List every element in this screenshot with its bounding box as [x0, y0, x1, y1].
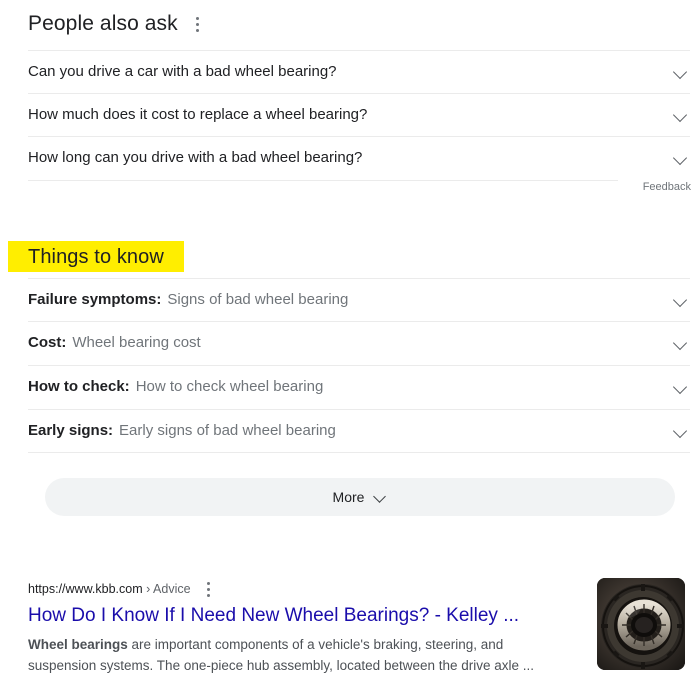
divider [28, 452, 690, 453]
result-title-link[interactable]: How Do I Know If I Need New Wheel Bearin… [28, 604, 588, 628]
chevron-down-icon[interactable] [672, 106, 690, 124]
paa-question-label: Can you drive a car with a bad wheel bea… [28, 62, 337, 80]
things-to-know-label: Failure symptoms: [28, 290, 162, 308]
result-snippet-bold: Wheel bearings [28, 637, 128, 652]
chevron-down-icon[interactable] [672, 378, 690, 396]
things-to-know-description: Wheel bearing cost [72, 333, 201, 351]
search-results-page: People also ask Can you drive a car with… [0, 0, 700, 683]
things-to-know-row[interactable]: Early signs: Early signs of bad wheel be… [28, 409, 690, 452]
things-to-know-title: Things to know [28, 245, 164, 268]
things-to-know-description: How to check wheel bearing [135, 377, 324, 395]
chevron-down-icon[interactable] [672, 334, 690, 352]
people-also-ask-header: People also ask [28, 10, 206, 38]
more-button[interactable]: More [45, 478, 675, 516]
things-to-know-label: How to check: [28, 377, 130, 395]
things-to-know-description: Signs of bad wheel bearing [167, 290, 349, 308]
result-url-line: https://www.kbb.com › Advice [28, 580, 588, 598]
things-to-know-row[interactable]: How to check: How to check wheel bearing [28, 365, 690, 408]
divider [28, 180, 618, 181]
result-thumbnail[interactable] [597, 578, 685, 670]
paa-question-label: How much does it cost to replace a wheel… [28, 105, 368, 123]
result-url-breadcrumb: › Advice [146, 582, 191, 596]
result-url[interactable]: https://www.kbb.com › Advice [28, 581, 191, 597]
chevron-down-icon[interactable] [672, 422, 690, 440]
chevron-down-icon[interactable] [672, 291, 690, 309]
things-to-know-label: Cost: [28, 333, 67, 351]
result-snippet: Wheel bearings are important components … [28, 634, 573, 676]
paa-question-row[interactable]: How long can you drive with a bad wheel … [28, 136, 690, 179]
paa-question-label: How long can you drive with a bad wheel … [28, 148, 363, 166]
result-url-domain: https://www.kbb.com [28, 582, 143, 596]
things-to-know-row[interactable]: Failure symptoms: Signs of bad wheel bea… [28, 278, 690, 321]
kebab-menu-icon[interactable] [190, 15, 206, 33]
things-to-know-label: Early signs: [28, 421, 114, 439]
kebab-menu-icon[interactable] [201, 580, 217, 598]
paa-question-row[interactable]: How much does it cost to replace a wheel… [28, 93, 690, 136]
search-result: https://www.kbb.com › Advice How Do I Kn… [28, 580, 588, 676]
things-to-know-description: Early signs of bad wheel bearing [119, 421, 336, 439]
tapered-roller-bearing-image [597, 578, 685, 670]
feedback-link[interactable]: Feedback [643, 180, 691, 194]
things-to-know-row[interactable]: Cost: Wheel bearing cost [28, 321, 690, 364]
more-button-label: More [332, 489, 365, 505]
paa-question-row[interactable]: Can you drive a car with a bad wheel bea… [28, 50, 690, 93]
chevron-down-icon[interactable] [672, 63, 690, 81]
people-also-ask-title: People also ask [28, 12, 178, 35]
chevron-down-icon[interactable] [672, 149, 690, 167]
chevron-down-icon [373, 490, 387, 504]
things-to-know-header: Things to know [8, 241, 184, 272]
